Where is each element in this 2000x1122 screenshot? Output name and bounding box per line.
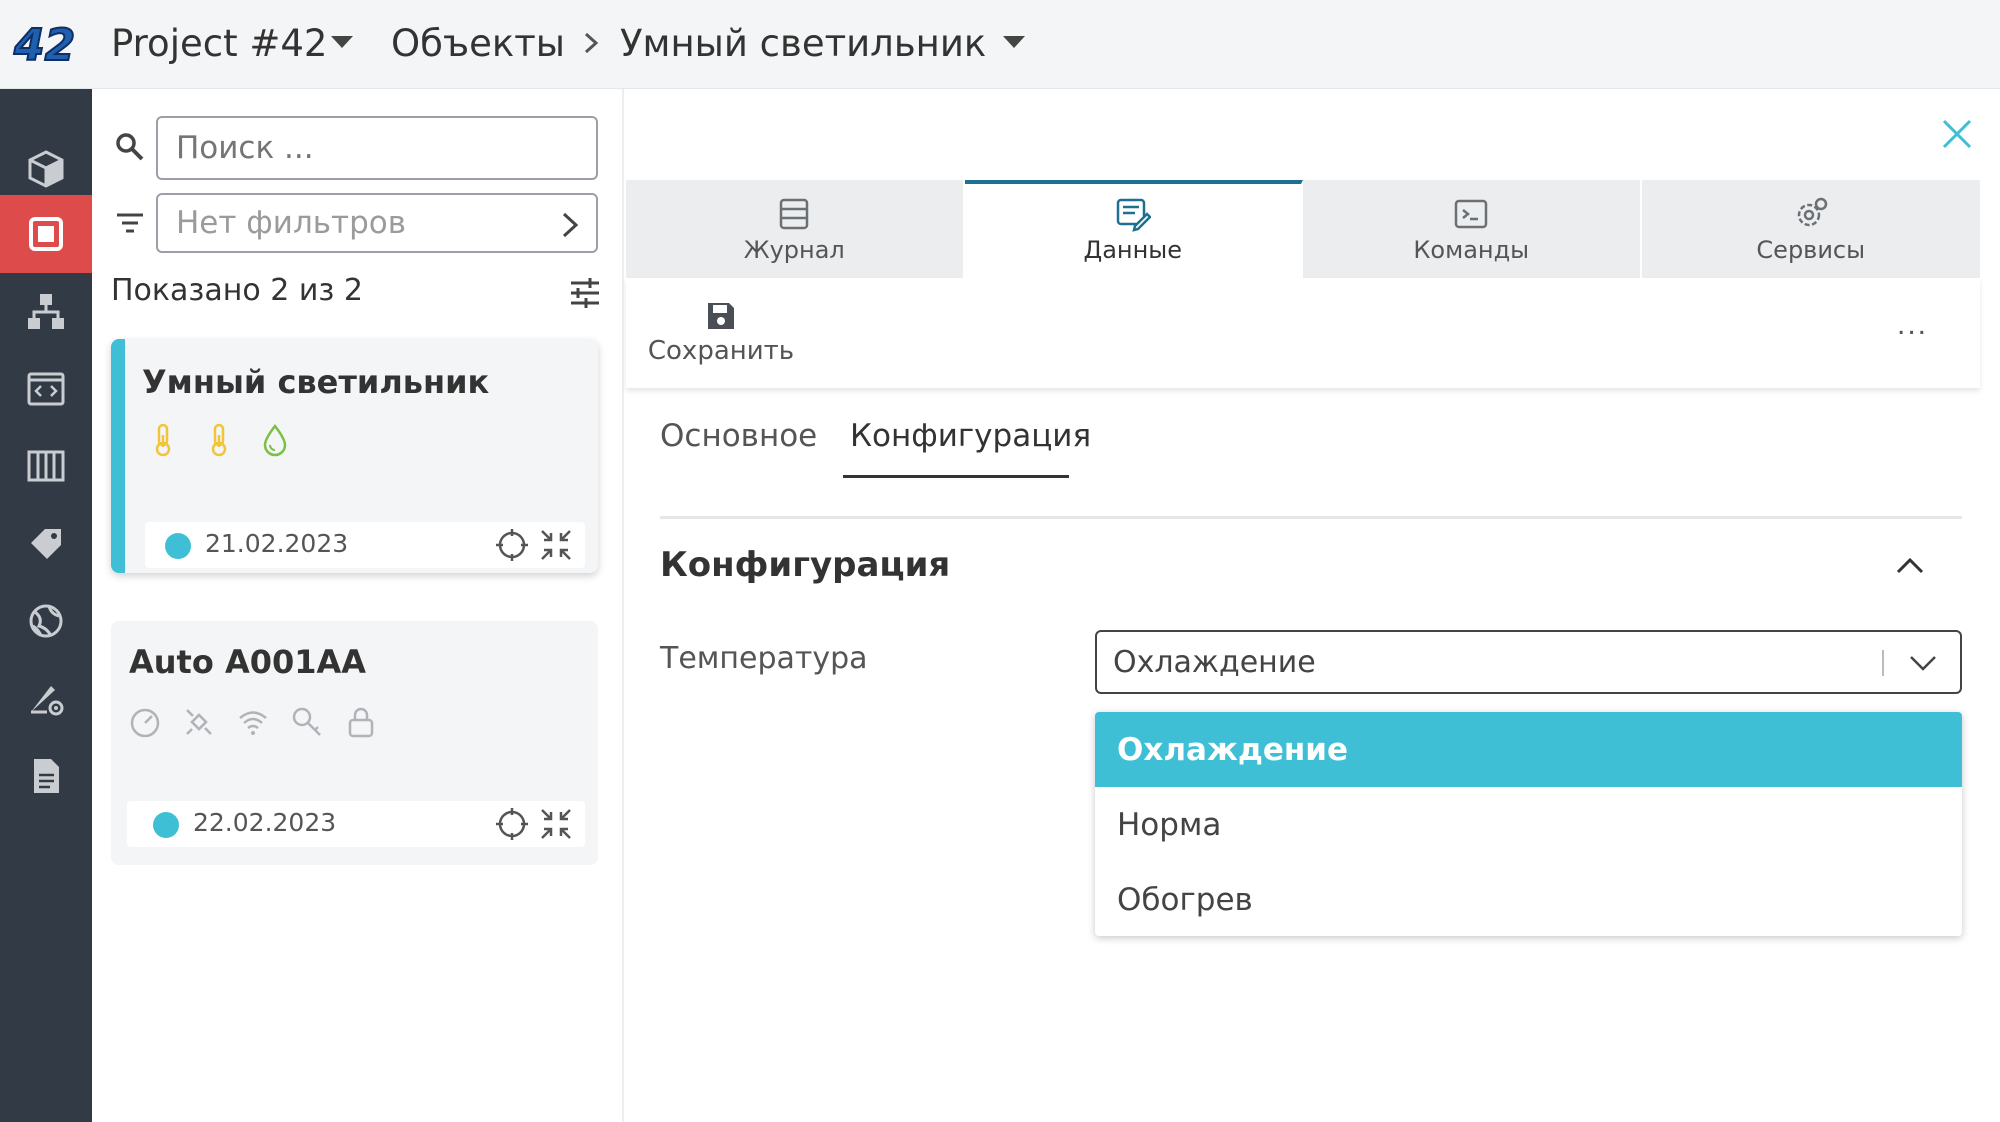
hierarchy-icon <box>28 294 64 329</box>
collapse-arrows-icon[interactable] <box>539 807 573 841</box>
top-bar: 42 Project #42 Объекты Умный светильник <box>0 0 2000 89</box>
save-button[interactable]: Сохранить <box>648 300 794 372</box>
rail-item-devices[interactable] <box>0 195 92 273</box>
shown-count: Показано 2 из 2 <box>111 273 363 308</box>
filter-icon <box>117 213 143 233</box>
search-icon <box>116 133 144 161</box>
thermometer-icon <box>155 423 171 457</box>
item-footer: 22.02.2023 <box>127 801 585 847</box>
list-item[interactable]: Умный светильник 21.02.2023 <box>111 339 598 573</box>
columns-icon <box>27 450 65 482</box>
journal-icon <box>780 198 809 230</box>
chevron-down-icon[interactable] <box>1908 650 1938 676</box>
project-caret-icon[interactable] <box>331 36 353 48</box>
tag-icon <box>31 529 61 559</box>
item-date: 21.02.2023 <box>205 529 349 558</box>
status-dot <box>153 812 179 838</box>
rail-item-settings[interactable] <box>0 660 92 738</box>
settings-icon <box>31 686 64 716</box>
shown-count-value: 2 <box>270 273 290 308</box>
close-icon[interactable] <box>1940 117 1974 151</box>
rail-item-columns[interactable] <box>0 427 92 505</box>
breadcrumb-device[interactable]: Умный светильник <box>620 22 986 65</box>
rail-item-globe[interactable] <box>0 582 92 660</box>
breadcrumb-chevron-icon <box>584 32 599 54</box>
left-rail <box>0 89 92 1122</box>
document-icon <box>34 759 59 793</box>
project-selector[interactable]: Project #42 <box>111 22 327 65</box>
globe-icon <box>29 604 63 638</box>
item-date: 22.02.2023 <box>193 808 337 837</box>
thermometer-icon <box>211 423 227 457</box>
key-icon <box>292 707 321 736</box>
option-cooling[interactable]: Охлаждение <box>1095 712 1962 787</box>
gear-icon <box>1797 197 1827 227</box>
item-title: Auto A001AA <box>129 643 367 681</box>
item-sensor-icons <box>147 423 291 457</box>
tab-label: Данные <box>1083 236 1183 264</box>
temperature-dropdown: Охлаждение Норма Обогрев <box>1095 712 1962 936</box>
divider <box>660 516 1962 519</box>
tab-data[interactable]: Данные <box>964 180 1303 278</box>
rail-item-code[interactable] <box>0 350 92 428</box>
rail-item-documents[interactable] <box>0 737 92 815</box>
shown-prefix: Показано <box>111 273 261 308</box>
shown-mid: из <box>298 273 335 308</box>
shown-total-value: 2 <box>343 273 364 308</box>
code-icon <box>27 372 65 406</box>
object-list-panel: Нет фильтров Показано 2 из 2 Умный свети… <box>92 89 624 1122</box>
list-item[interactable]: Auto A001AA 22.02.2023 <box>111 621 598 865</box>
item-title: Умный светильник <box>142 363 490 401</box>
detail-toolbar: Сохранить ... <box>626 278 1980 388</box>
search-input[interactable] <box>156 116 598 180</box>
device-icon <box>29 217 63 251</box>
status-dot <box>165 533 191 559</box>
tab-journal[interactable]: Журнал <box>626 180 965 278</box>
save-label: Сохранить <box>647 336 795 366</box>
section-title: Конфигурация <box>660 545 951 585</box>
floppy-icon <box>708 303 734 329</box>
subtab-configuration[interactable]: Конфигурация <box>850 418 1091 454</box>
collapse-arrows-icon[interactable] <box>539 528 573 562</box>
chevron-right-icon <box>562 212 579 238</box>
data-edit-icon <box>1116 198 1151 232</box>
select-value: Охлаждение <box>1113 645 1316 680</box>
option-normal[interactable]: Норма <box>1095 787 1962 862</box>
temperature-label: Температура <box>660 641 868 676</box>
subtab-active-underline <box>843 475 1069 478</box>
filter-selector[interactable]: Нет фильтров <box>156 193 598 253</box>
svg-text:42: 42 <box>13 20 75 68</box>
breadcrumb-objects[interactable]: Объекты <box>391 22 565 65</box>
select-separator <box>1882 650 1884 676</box>
more-options-button[interactable]: ... <box>1897 308 1928 342</box>
lock-icon <box>348 707 374 738</box>
logo[interactable]: 42 <box>12 20 84 68</box>
tune-icon[interactable] <box>568 277 602 309</box>
subtab-main[interactable]: Основное <box>660 418 817 454</box>
tab-label: Журнал <box>743 236 845 264</box>
temperature-select[interactable]: Охлаждение <box>1095 630 1962 694</box>
satellite-icon <box>186 709 212 735</box>
drop-icon <box>263 423 287 457</box>
rail-item-hierarchy[interactable] <box>0 272 92 350</box>
device-caret-icon[interactable] <box>1003 36 1025 48</box>
tab-commands[interactable]: Команды <box>1303 180 1642 278</box>
speedometer-icon <box>130 708 160 738</box>
option-heating[interactable]: Обогрев <box>1095 862 1962 936</box>
wifi-icon <box>239 711 267 735</box>
item-footer: 21.02.2023 <box>145 522 585 568</box>
chevron-up-icon[interactable] <box>1894 552 1926 578</box>
rail-item-tags[interactable] <box>0 505 92 583</box>
cube-icon <box>28 150 64 188</box>
tab-label: Сервисы <box>1756 236 1866 264</box>
selected-accent <box>111 339 125 573</box>
tab-services[interactable]: Сервисы <box>1641 180 1980 278</box>
terminal-icon <box>1455 199 1488 229</box>
locate-icon[interactable] <box>495 807 529 841</box>
detail-tabs: Журнал Данные Команды Сервисы <box>626 180 1980 278</box>
item-sensor-icons <box>129 705 377 739</box>
locate-icon[interactable] <box>495 528 529 562</box>
tab-label: Команды <box>1413 236 1530 264</box>
filter-text: Нет фильтров <box>176 205 407 241</box>
